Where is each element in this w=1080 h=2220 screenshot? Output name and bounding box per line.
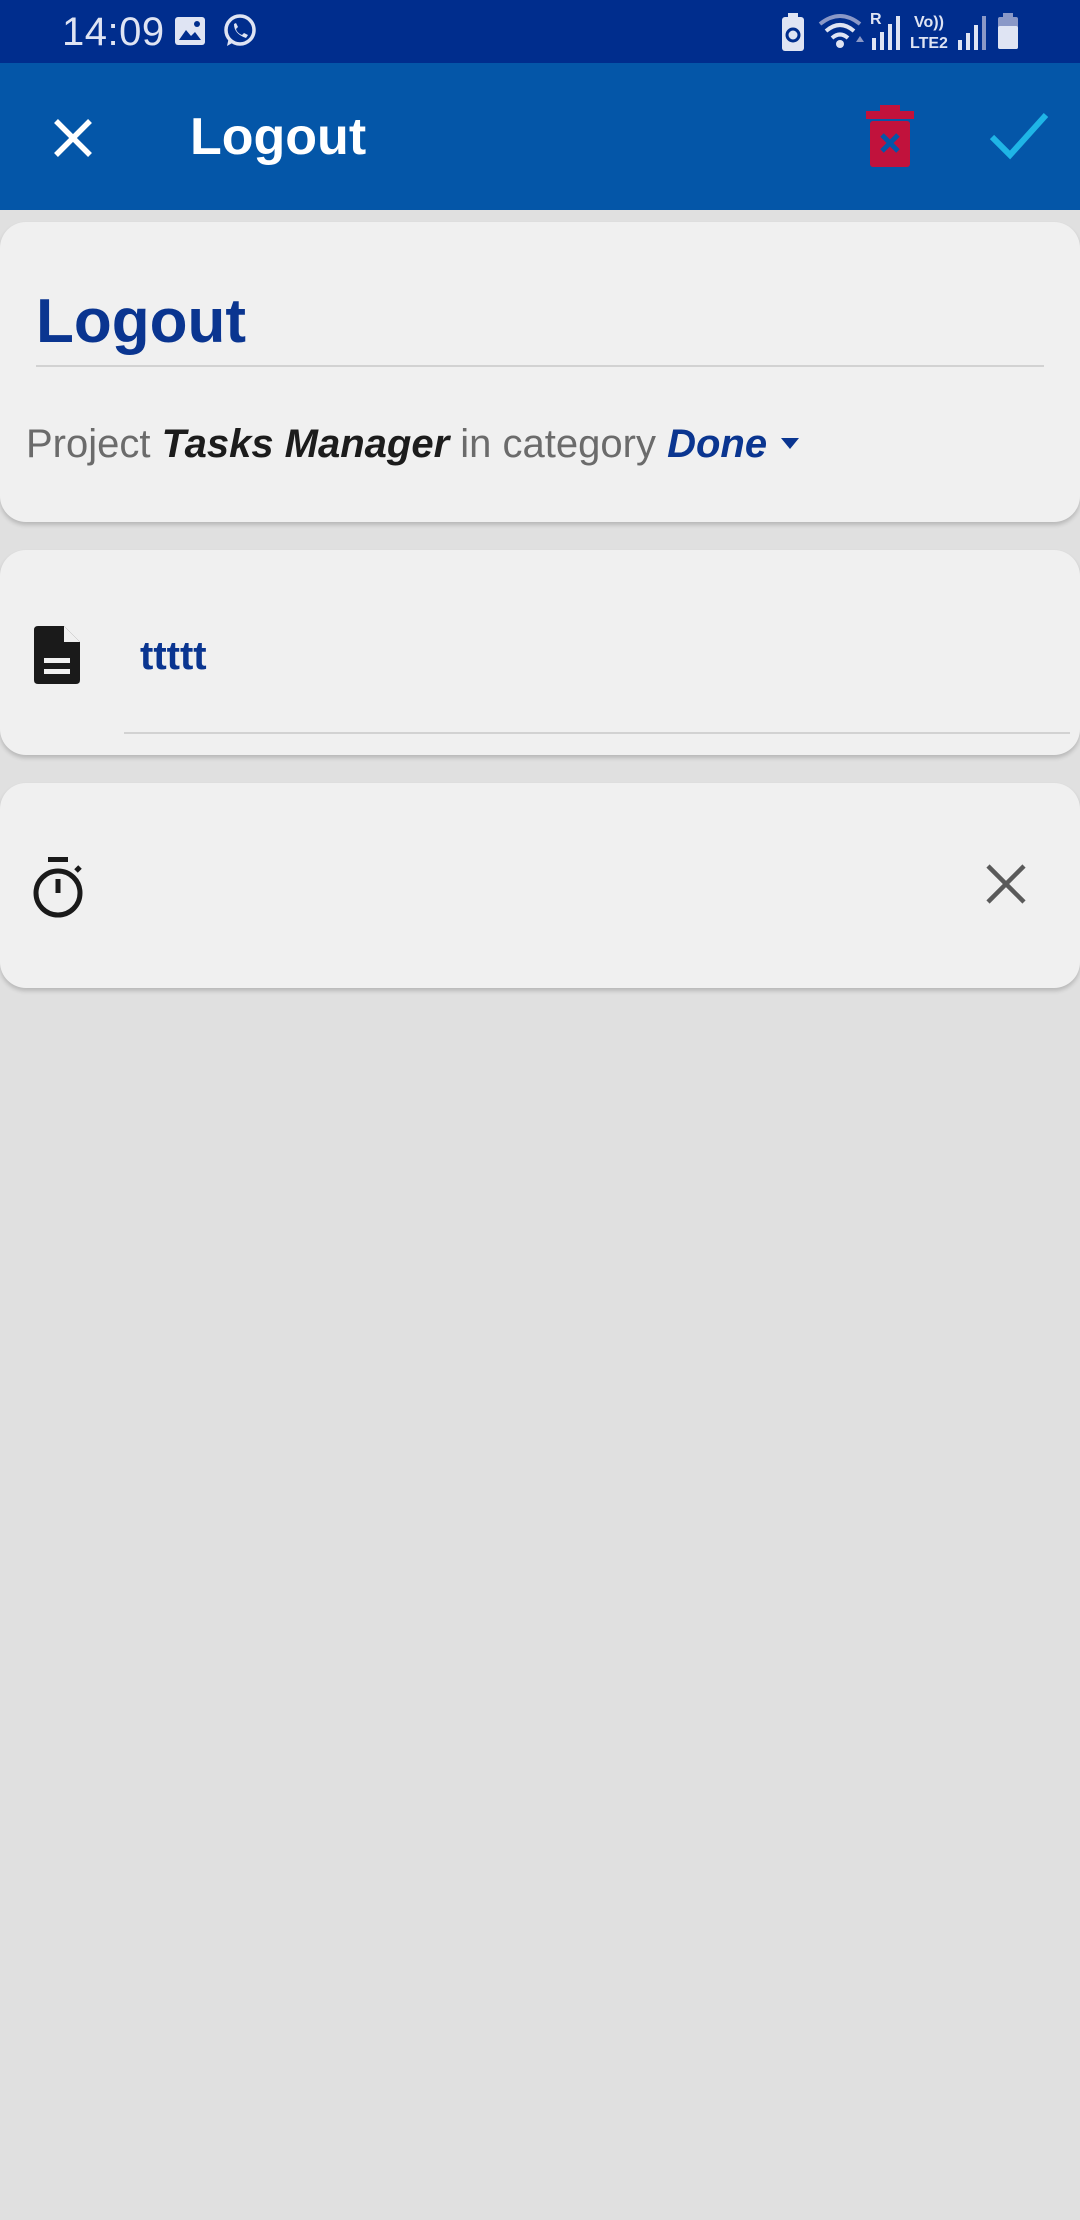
description-underline	[124, 732, 1070, 734]
task-title-card: Logout Project Tasks Manager in category…	[0, 222, 1080, 522]
close-icon[interactable]	[984, 862, 1028, 906]
description-input[interactable]: ttttt	[140, 630, 207, 682]
signal-icon: R	[870, 11, 900, 50]
volte-icon: Vo)) LTE2	[910, 14, 948, 52]
document-icon	[34, 626, 80, 684]
whatsapp-icon	[224, 14, 256, 46]
volte-label: Vo))	[914, 14, 944, 31]
task-title-input[interactable]: Logout	[36, 284, 246, 360]
signal-icon	[958, 16, 986, 50]
category-dropdown[interactable]: Done	[667, 422, 767, 466]
status-time: 14:09	[62, 10, 165, 54]
signal-roaming-label: R	[870, 11, 882, 28]
timer-card	[0, 783, 1080, 988]
app-bar: Logout	[0, 63, 1080, 210]
wifi-icon	[818, 14, 864, 48]
delete-icon[interactable]	[866, 105, 914, 167]
project-category-line: Project Tasks Manager in category Done	[26, 417, 800, 471]
battery-saver-icon	[782, 13, 804, 51]
description-card: ttttt	[0, 550, 1080, 755]
close-icon[interactable]	[44, 109, 102, 167]
check-icon[interactable]	[988, 107, 1050, 163]
category-prefix: in category	[460, 422, 656, 466]
gallery-icon	[175, 17, 205, 45]
project-prefix: Project	[26, 422, 151, 466]
chevron-down-icon[interactable]	[781, 438, 800, 450]
project-name[interactable]: Tasks Manager	[162, 422, 450, 466]
app-bar-title: Logout	[190, 108, 367, 166]
stopwatch-icon[interactable]	[30, 857, 86, 919]
status-bar: 14:09 R Vo)) LTE2	[0, 0, 1080, 63]
battery-icon	[998, 13, 1018, 49]
lte-label: LTE2	[910, 35, 948, 52]
title-underline	[36, 365, 1044, 367]
